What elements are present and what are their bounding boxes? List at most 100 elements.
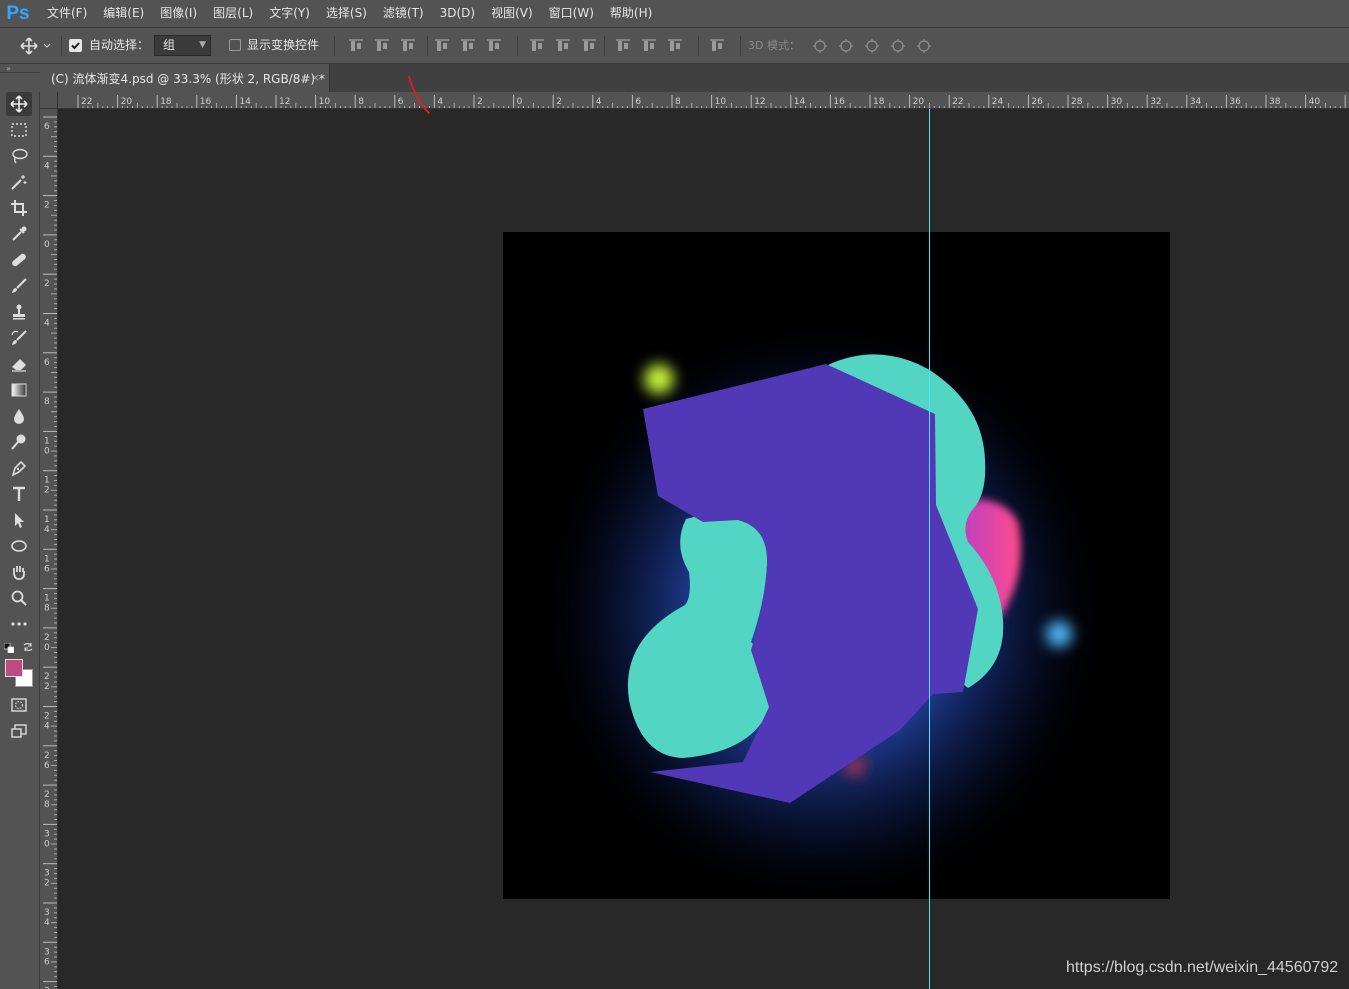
menu-5[interactable]: 选择(S) [318, 0, 375, 27]
menu-1[interactable]: 编辑(E) [95, 0, 152, 27]
panel-collapse-strip[interactable]: » [0, 64, 40, 92]
eyedropper-tool[interactable] [6, 222, 32, 246]
ruler-label: 1 [44, 594, 50, 604]
screen-mode-button[interactable] [6, 719, 32, 743]
eraser-tool[interactable] [6, 352, 32, 376]
foreground-color-swatch[interactable] [5, 659, 23, 677]
vertical-ruler[interactable]: 6420246810121416182022242628303234363 [40, 109, 58, 989]
orbit-3d-button[interactable] [810, 28, 830, 63]
auto-align-button[interactable] [707, 28, 727, 63]
ruler-label: 26 [1031, 97, 1043, 107]
pen-tool[interactable] [6, 456, 32, 480]
type-tool[interactable] [6, 482, 32, 506]
edit-toolbar-button[interactable] [6, 612, 32, 636]
tool-preset-picker[interactable] [14, 28, 58, 63]
menu-7[interactable]: 3D(D) [432, 0, 483, 27]
brush-icon [12, 278, 27, 293]
ruler-label: 3 [44, 869, 50, 879]
ruler-label: 2 [44, 672, 50, 682]
menu-0[interactable]: 文件(F) [39, 0, 95, 27]
lasso-tool[interactable] [6, 144, 32, 168]
pen-icon [11, 460, 27, 477]
ruler-label: 6 [44, 761, 50, 771]
ruler-origin[interactable] [40, 92, 58, 109]
ruler-label: 4 [437, 97, 443, 107]
ruler-label: 2 [44, 751, 50, 761]
path-selection-tool[interactable] [6, 508, 32, 532]
align-hcenter-button[interactable] [458, 28, 478, 63]
ruler-label: 2 [44, 633, 50, 643]
menu-list: 文件(F) 编辑(E) 图像(I) 图层(L) 文字(Y) 选择(S) 滤镜(T) 3D(D)… [39, 0, 660, 27]
align-left-button[interactable] [432, 28, 452, 63]
distribute-right-button[interactable] [665, 28, 685, 63]
align-top-button[interactable] [346, 28, 366, 63]
align-vcenter-button[interactable] [372, 28, 392, 63]
quick-mask-button[interactable] [6, 693, 32, 717]
brush-tool[interactable] [6, 274, 32, 298]
align-right-button[interactable] [484, 28, 504, 63]
auto-select-checkbox[interactable] [69, 39, 82, 52]
checkmark-icon [71, 42, 80, 50]
ruler-label: 2 [44, 201, 50, 211]
show-transform-checkbox[interactable] [229, 39, 241, 51]
menu-6[interactable]: 滤镜(T) [375, 0, 432, 27]
canvas-workspace[interactable]: https://blog.csdn.net/weixin_44560792 [58, 109, 1349, 989]
ruler-label: 32 [1150, 97, 1161, 107]
tools-panel [0, 92, 40, 989]
align-vcenter-icon [375, 38, 389, 51]
document-tab[interactable]: (C) 流体渐变4.psd @ 33.3% (形状 2, RGB/8#) * × [40, 64, 330, 92]
distribute-vcenter-button[interactable] [553, 28, 573, 63]
ruler-label: 2 [556, 97, 562, 107]
distribute-left-button[interactable] [613, 28, 633, 63]
distribute-top-button[interactable] [527, 28, 547, 63]
menu-4[interactable]: 文字(Y) [261, 0, 318, 27]
quick-mask-icon [11, 698, 27, 712]
pan-3d-button[interactable] [862, 28, 882, 63]
menu-9[interactable]: 窗口(W) [541, 0, 602, 27]
menu-3[interactable]: 图层(L) [205, 0, 261, 27]
menu-2[interactable]: 图像(I) [152, 0, 205, 27]
dodge-tool[interactable] [6, 430, 32, 454]
vertical-ruler-ticks: 6420246810121416182022242628303234363 [43, 116, 57, 989]
blur-tool[interactable] [6, 404, 32, 428]
healing-brush-tool[interactable] [6, 248, 32, 272]
distribute-bottom-button[interactable] [579, 28, 599, 63]
gradient-tool[interactable] [6, 378, 32, 402]
ellipse-tool[interactable] [6, 534, 32, 558]
ruler-label: 24 [992, 97, 1004, 107]
horizontal-ruler-ticks: 22 20 18 16 14 12 10 8 6 4 2 0 2 4 6 8 10 12 14 16 18 20 22 24 2… [77, 95, 1349, 108]
magic-wand-tool[interactable] [6, 170, 32, 194]
distribute-hcenter-button[interactable] [639, 28, 659, 63]
ruler-label: 18 [873, 97, 885, 107]
move-icon [10, 95, 28, 113]
distribute-left-icon [616, 38, 630, 51]
slide-3d-button[interactable] [888, 28, 908, 63]
close-tab-icon[interactable]: × [311, 64, 320, 92]
swap-colors-icon[interactable] [22, 641, 34, 653]
hand-tool[interactable] [6, 560, 32, 584]
horizontal-ruler[interactable]: 22 20 18 16 14 12 10 8 6 4 2 0 2 4 6 8 10 12 14 16 18 20 22 24 2… [58, 92, 1349, 109]
move-tool[interactable] [6, 92, 32, 116]
default-colors-icon[interactable] [3, 642, 15, 654]
align-left-icon [435, 38, 449, 51]
crop-tool[interactable] [6, 196, 32, 220]
document-canvas[interactable] [503, 232, 1170, 912]
menu-10[interactable]: 帮助(H) [602, 0, 660, 27]
document-tab-title: (C) 流体渐变4.psd @ 33.3% (形状 2, RGB/8#) * [51, 71, 325, 86]
history-brush-tool[interactable] [6, 326, 32, 350]
distribute-top-icon [530, 38, 544, 51]
chevron-down-icon [43, 43, 51, 48]
menu-8[interactable]: 视图(V) [483, 0, 541, 27]
scale-3d-button[interactable] [914, 28, 934, 63]
clone-stamp-tool[interactable] [6, 300, 32, 324]
zoom-tool[interactable] [6, 586, 32, 610]
ruler-label: 2 [44, 712, 50, 722]
vertical-guide[interactable] [929, 109, 930, 989]
ruler-label: 10 [715, 97, 727, 107]
align-bottom-button[interactable] [398, 28, 418, 63]
auto-select-target-value: 组 [163, 38, 176, 52]
document-tab-bar: (C) 流体渐变4.psd @ 33.3% (形状 2, RGB/8#) * × [40, 64, 1349, 92]
roll-3d-button[interactable] [836, 28, 856, 63]
auto-select-target-dropdown[interactable]: 组 ▼ [154, 35, 211, 56]
marquee-tool[interactable] [6, 118, 32, 142]
